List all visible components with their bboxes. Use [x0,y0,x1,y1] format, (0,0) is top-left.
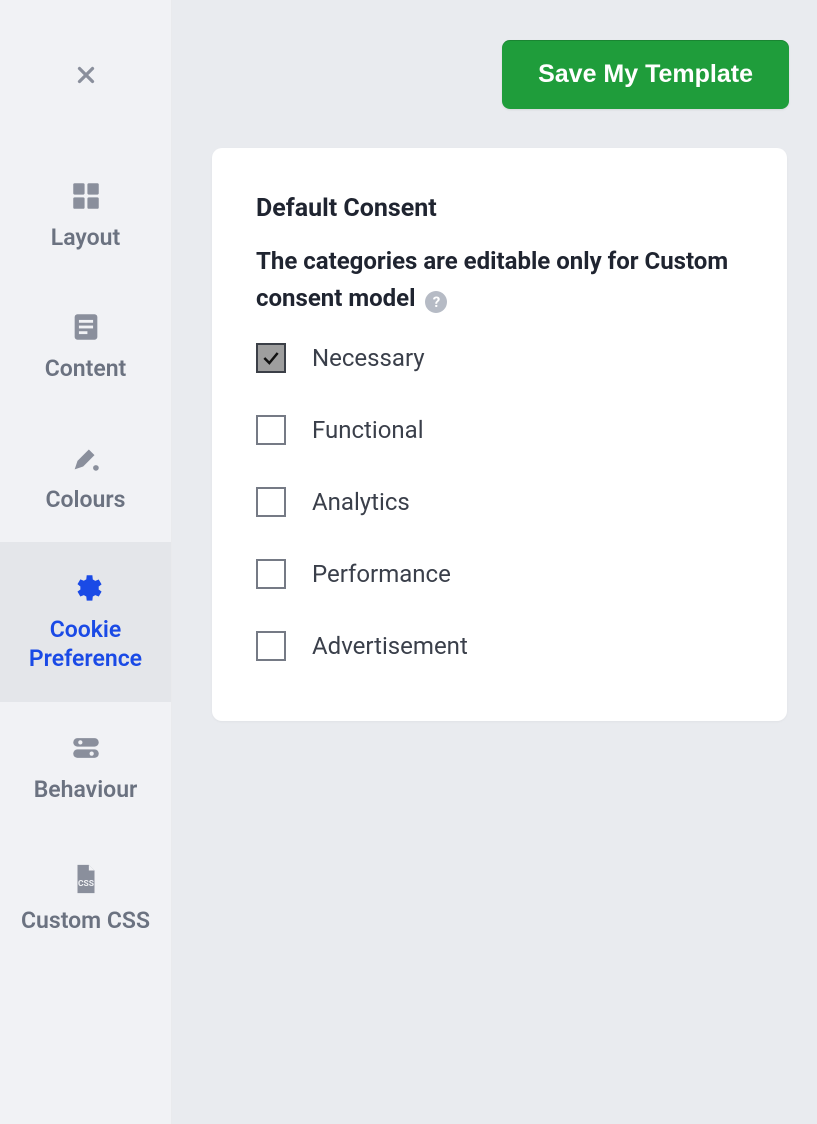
option-label: Functional [312,416,424,444]
sidebar-item-content[interactable]: Content [0,281,171,412]
gear-icon [69,570,103,606]
sidebar-item-behaviour[interactable]: Behaviour [0,702,171,833]
option-functional: Functional [256,415,743,445]
help-icon[interactable]: ? [425,291,447,313]
panel-subtitle: The categories are editable only for Cus… [256,247,728,312]
save-template-button[interactable]: Save My Template [502,40,789,109]
checkbox-advertisement[interactable] [256,631,286,661]
panel-subtitle-wrap: The categories are editable only for Cus… [256,243,743,317]
close-icon [73,62,99,88]
checkbox-functional[interactable] [256,415,286,445]
sidebar: Layout Content Colours Cookie Preference… [0,0,172,1124]
sidebar-item-cookie-preference[interactable]: Cookie Preference [0,542,171,702]
option-necessary: Necessary [256,343,743,373]
consent-options: Necessary Functional Analytics Performan… [256,343,743,661]
content-icon [69,309,103,345]
checkbox-analytics[interactable] [256,487,286,517]
option-analytics: Analytics [256,487,743,517]
close-button[interactable] [66,55,106,95]
sidebar-item-label: Content [45,355,127,384]
sidebar-item-colours[interactable]: Colours [0,412,171,543]
svg-text:CSS: CSS [77,879,93,889]
sidebar-item-custom-css[interactable]: CSS Custom CSS [0,833,171,964]
sidebar-item-label: Behaviour [34,776,138,805]
option-performance: Performance [256,559,743,589]
sidebar-item-layout[interactable]: Layout [0,150,171,281]
css-icon: CSS [69,861,103,897]
option-label: Analytics [312,488,410,516]
sidebar-item-label: Layout [51,224,120,253]
sidebar-top [0,0,171,150]
check-icon [261,348,281,368]
option-advertisement: Advertisement [256,631,743,661]
main-area: Save My Template Default Consent The cat… [172,0,817,1124]
colours-icon [69,440,103,476]
checkbox-performance[interactable] [256,559,286,589]
layout-icon [69,178,103,214]
checkbox-necessary[interactable] [256,343,286,373]
option-label: Necessary [312,344,425,372]
option-label: Advertisement [312,632,468,660]
behaviour-icon [69,730,103,766]
option-label: Performance [312,560,451,588]
sidebar-item-label: Custom CSS [21,907,150,936]
sidebar-item-label: Cookie Preference [10,616,161,674]
sidebar-item-label: Colours [46,486,126,515]
default-consent-panel: Default Consent The categories are edita… [212,148,787,721]
panel-title: Default Consent [256,194,743,223]
